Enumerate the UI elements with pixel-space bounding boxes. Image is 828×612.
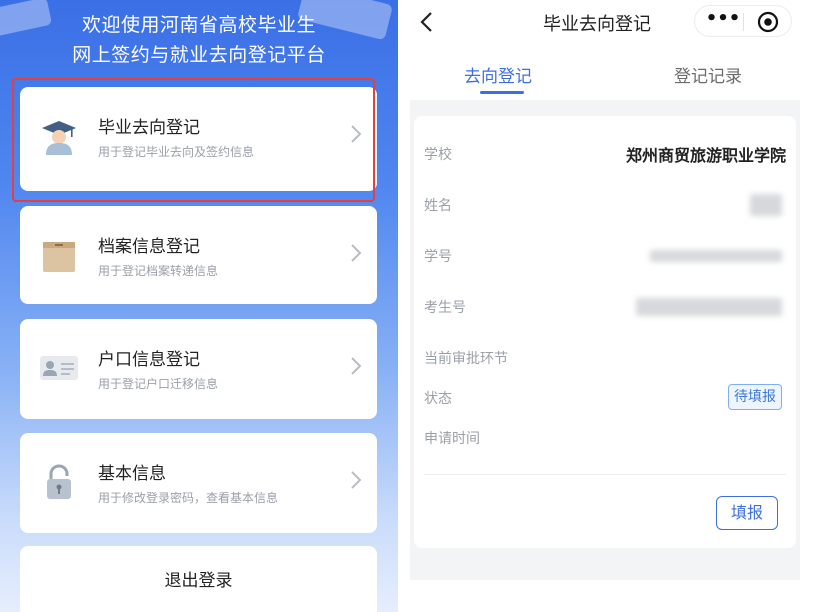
status-badge: 待填报 — [728, 384, 782, 410]
selection-highlight-box — [12, 78, 375, 202]
school-label: 学校 — [424, 147, 452, 163]
tab-registration-records[interactable]: 登记记录 — [674, 62, 742, 87]
right-app-panel: 毕业去向登记 ••• 去向登记 登记记录 学校 郑州商贸旅游职业学院 姓名 学号… — [410, 0, 800, 580]
chevron-right-icon — [351, 244, 362, 262]
card-title: 基本信息 — [98, 464, 166, 484]
card-hukou-registration[interactable]: 户口信息登记 用于登记户口迁移信息 — [20, 319, 377, 419]
chevron-right-icon — [351, 357, 362, 375]
banner-title-line2: 网上签约与就业去向登记平台 — [72, 44, 326, 66]
student-id-label: 学号 — [424, 249, 452, 265]
target-circle-icon[interactable] — [756, 10, 780, 34]
banner-title-line1: 欢迎使用河南省高校毕业生 — [81, 14, 316, 36]
logout-label: 退出登录 — [164, 571, 233, 591]
active-tab-indicator — [480, 91, 524, 94]
tab-destination-registration[interactable]: 去向登记 — [464, 62, 532, 87]
logout-button[interactable]: 退出登录 — [20, 546, 377, 612]
card-subtitle: 用于登记户口迁移信息 — [98, 377, 219, 391]
name-value-redacted — [750, 194, 782, 216]
capsule-divider — [743, 13, 744, 31]
registration-detail-card: 学校 郑州商贸旅游职业学院 姓名 学号 考生号 当前审批环节 状态 待填报 申请… — [414, 116, 796, 548]
card-subtitle: 用于修改登录密码，查看基本信息 — [98, 491, 279, 505]
school-value: 郑州商贸旅游职业学院 — [625, 146, 786, 165]
id-card-icon — [40, 356, 78, 380]
fill-report-button[interactable]: 填报 — [716, 496, 778, 530]
archive-box-icon — [43, 242, 75, 272]
card-title: 档案信息登记 — [98, 237, 200, 257]
exam-id-label: 考生号 — [424, 300, 466, 316]
apply-time-label: 申请时间 — [424, 431, 480, 447]
divider — [424, 474, 786, 475]
status-label: 状态 — [424, 391, 452, 407]
card-subtitle: 用于登记档案转递信息 — [98, 264, 219, 278]
navigation-bar: 毕业去向登记 ••• — [410, 0, 800, 44]
more-dots-icon[interactable]: ••• — [705, 10, 741, 32]
name-label: 姓名 — [424, 198, 452, 214]
exam-id-value-redacted — [636, 298, 782, 316]
card-title: 户口信息登记 — [98, 350, 200, 370]
card-archive-registration[interactable]: 档案信息登记 用于登记档案转递信息 — [20, 206, 377, 304]
chevron-right-icon — [351, 471, 362, 489]
left-app-panel: 欢迎使用河南省高校毕业生 网上签约与就业去向登记平台 毕业去向登记 用于登记毕业… — [0, 0, 398, 612]
student-id-value-redacted — [650, 250, 782, 262]
lock-icon — [47, 464, 71, 499]
approval-stage-label: 当前审批环节 — [424, 351, 508, 367]
card-basic-info[interactable]: 基本信息 用于修改登录密码，查看基本信息 — [20, 433, 377, 533]
tab-bar: 去向登记 登记记录 — [410, 44, 800, 100]
mini-program-capsule: ••• — [694, 5, 792, 37]
